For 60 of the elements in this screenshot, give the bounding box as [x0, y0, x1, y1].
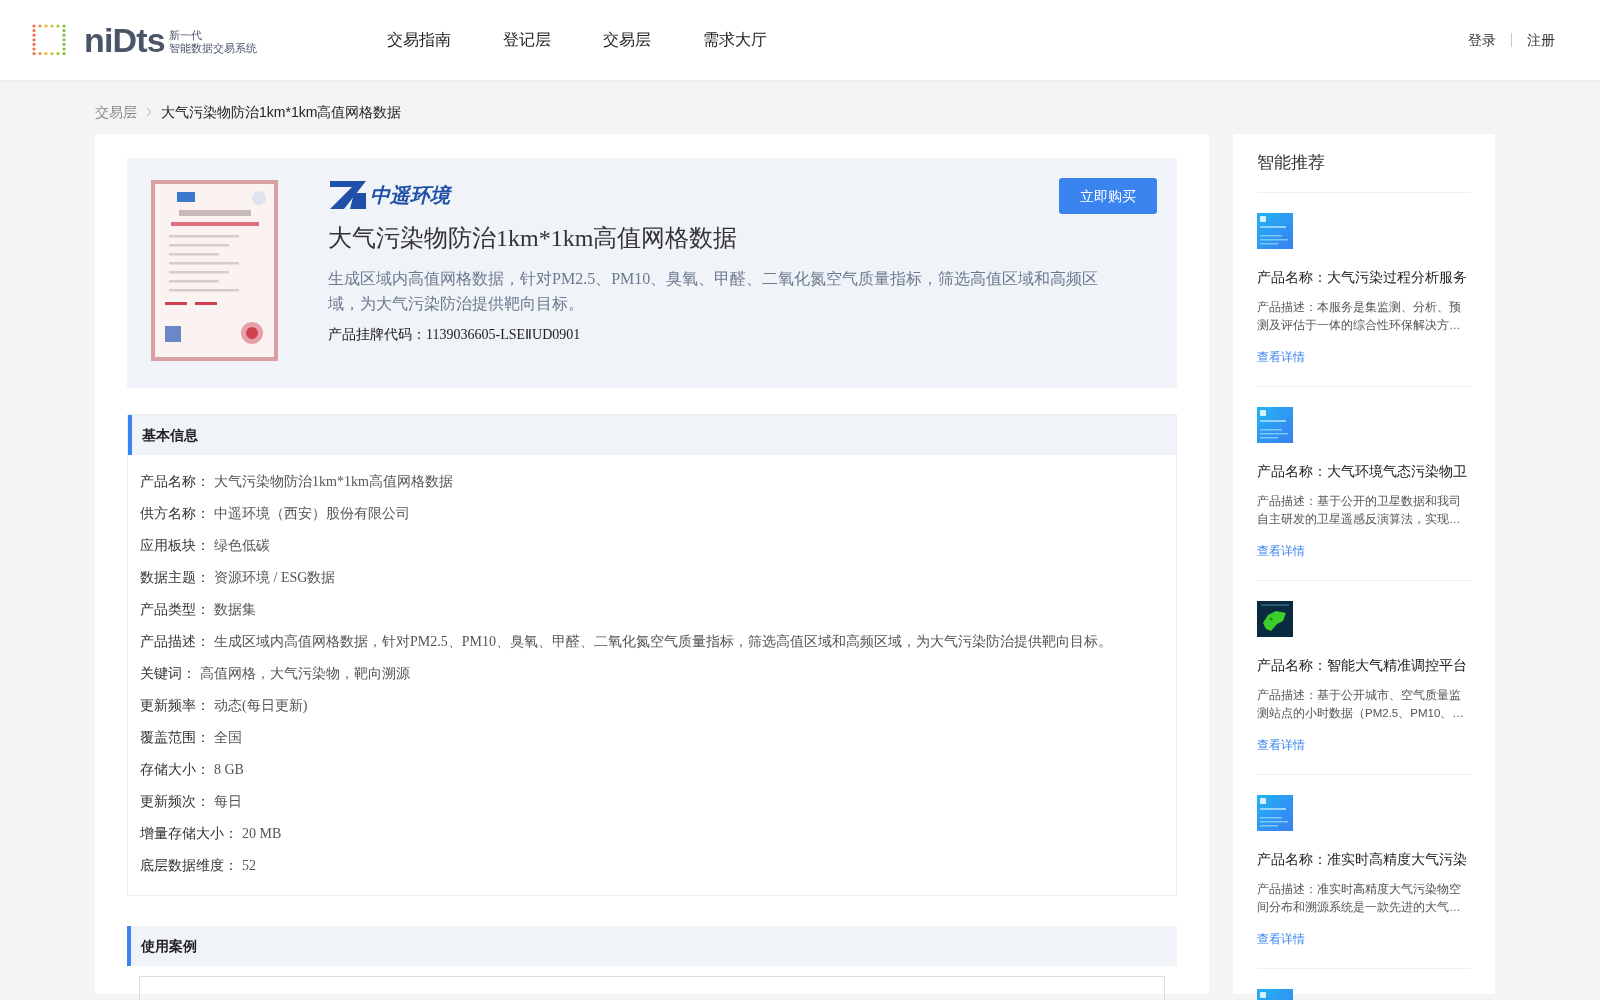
nav-link[interactable]: 交易指南 — [387, 28, 451, 52]
logo-icon — [30, 23, 68, 57]
field-value: 20 MB — [242, 824, 282, 843]
field-value: 8 GB — [214, 760, 244, 779]
product-code: 1139036605-LSEⅡUD0901 — [426, 326, 581, 344]
field-label: 产品类型： — [140, 600, 210, 619]
field-value: 全国 — [214, 728, 242, 747]
nav-link[interactable]: 需求大厅 — [703, 28, 767, 52]
details-link[interactable]: 查看详情 — [1257, 929, 1305, 948]
field-label: 关键词： — [140, 664, 196, 683]
details-link[interactable]: 查看详情 — [1257, 347, 1305, 366]
product-title: 大气污染物防治1km*1km高值网格数据 — [328, 224, 739, 253]
field-label: 底层数据维度： — [140, 856, 238, 875]
logo-subtitle: 新一代 — [168, 29, 203, 42]
field-label: 存储大小： — [140, 760, 210, 779]
recommend-title: 智能推荐 — [1257, 150, 1471, 193]
product-description: 生成区域内高值网格数据，针对PM2.5、PM10、臭氧、甲醛、二氧化氮空气质量指标，筛选高值区域和高频区域，为大气污染防治提供靶向目标。 — [328, 269, 1100, 314]
nav-link[interactable]: 登记层 — [503, 28, 551, 52]
field-value: 资源环境 / ESG数据 — [214, 568, 336, 587]
product-description: 产品描述：基于公开城市、空气质量监测站点的小时数据（PM2.5、PM10、… — [1257, 687, 1465, 721]
product-name: 产品名称：大气污染过程分析服务 — [1257, 267, 1468, 287]
code-label: 产品挂牌代码： — [328, 326, 426, 344]
chevron-icon — [145, 107, 153, 117]
field-label: 更新频率： — [140, 696, 210, 715]
product-description: 产品描述：本服务是集监测、分析、预测及评估于一体的综合性环保解决方… — [1257, 299, 1462, 333]
login-link[interactable]: 登录 — [1468, 29, 1496, 51]
field-value: 数据集 — [214, 600, 256, 619]
register-link[interactable]: 注册 — [1527, 29, 1555, 51]
details-link[interactable]: 查看详情 — [1257, 735, 1305, 754]
field-value: 高值网格，大气污染物，靶向溯源 — [200, 664, 410, 683]
logo-wordmark: niDts — [84, 23, 165, 57]
field-label: 供方名称： — [140, 504, 210, 523]
product-name: 产品名称：智能大气精准调控平台 — [1257, 655, 1468, 675]
logo-subtitle: 智能数据交易系统 — [168, 42, 257, 55]
field-value: 绿色低碳 — [214, 536, 270, 555]
field-value: 大气污染物防治1km*1km高值网格数据 — [214, 472, 453, 491]
product-name: 产品名称：大气环境气态污染物卫 — [1257, 461, 1468, 481]
field-value: 生成区域内高值网格数据，针对PM2.5、PM10、臭氧、甲醛、二氧化氮空气质量指标，筛选高值区域和高频区域，为大气污染防治提供靶向目标。 — [214, 632, 1112, 651]
section-header: 基本信息 — [128, 415, 1176, 455]
nav-link[interactable]: 交易层 — [603, 28, 651, 52]
product-name: 产品名称：准实时高精度大气污染 — [1257, 849, 1468, 869]
field-label: 增量存储大小： — [140, 824, 238, 843]
details-link[interactable]: 查看详情 — [1257, 541, 1305, 560]
breadcrumb-item: 大气污染物防治1km*1km高值网格数据 — [161, 102, 402, 122]
field-label: 更新频次： — [140, 792, 210, 811]
field-label: 产品名称： — [140, 472, 210, 491]
field-label: 产品描述： — [140, 632, 210, 651]
buy-button[interactable]: 立即购买 — [1059, 178, 1157, 214]
field-label: 覆盖范围： — [140, 728, 210, 747]
brand-name: 中遥环境 — [370, 183, 450, 208]
brand-logo-icon — [328, 179, 368, 211]
field-value: 每日 — [214, 792, 242, 811]
field-value: 中遥环境（西安）股份有限公司 — [214, 504, 410, 523]
section-header: 使用案例 — [127, 926, 1177, 966]
field-label: 数据主题： — [140, 568, 210, 587]
product-description: 产品描述：基于公开的卫星数据和我司自主研发的卫星遥感反演算法，实现… — [1257, 493, 1462, 527]
product-description: 产品描述：准实时高精度大气污染物空间分布和溯源系统是一款先进的大气… — [1257, 881, 1462, 915]
field-label: 应用板块： — [140, 536, 210, 555]
field-value: 52 — [242, 856, 256, 875]
field-value: 动态(每日更新) — [214, 696, 308, 715]
